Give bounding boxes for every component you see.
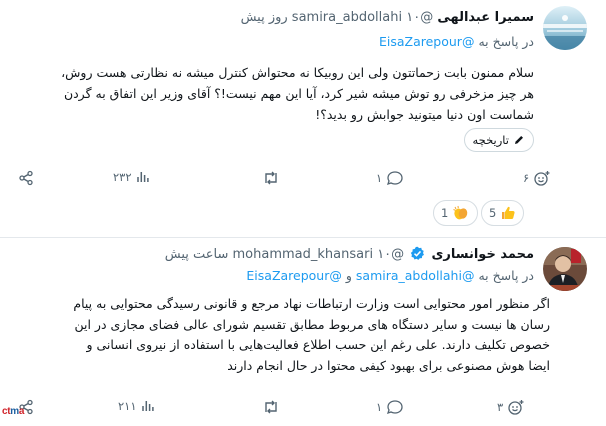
like-count: ۱ bbox=[376, 400, 383, 414]
avatar-image bbox=[543, 6, 587, 50]
reaction-clap[interactable]: 1 bbox=[433, 200, 479, 226]
share-icon bbox=[19, 170, 33, 186]
views-button[interactable]: ۲۳۲ bbox=[113, 170, 150, 184]
retweet-icon bbox=[265, 171, 277, 185]
tweet-text: سلام ممنون بابت زحماتتون ولی این روبیکا … bbox=[61, 65, 534, 122]
reaction-count: ۶ bbox=[523, 171, 530, 185]
like-count: ۱ bbox=[376, 171, 383, 185]
thumbs-up-emoji-icon bbox=[502, 206, 515, 219]
reaction-count: 5 bbox=[489, 206, 497, 220]
tweet-card: محمد خوانساری @mohammad_khansari ۱۰ ساعت… bbox=[0, 238, 606, 426]
display-name[interactable]: سمیرا عبدالهی bbox=[437, 10, 534, 25]
reaction-count: ۳ bbox=[497, 400, 504, 414]
reaction-button[interactable]: ۶ bbox=[523, 170, 551, 186]
reply-prefix: در پاسخ به bbox=[478, 34, 534, 49]
reply-context: در پاسخ به @samira_abdollahi و @EisaZare… bbox=[246, 267, 534, 285]
tweet-header: محمد خوانساری @mohammad_khansari ۱۰ ساعت… bbox=[165, 246, 534, 267]
tweet-card: سمیرا عبدالهی @samira_abdollahi ۱۰ روز پ… bbox=[0, 0, 606, 237]
views-icon bbox=[136, 172, 149, 182]
add-emoji-icon bbox=[508, 400, 524, 415]
retweet-button[interactable] bbox=[258, 170, 280, 186]
retweet-icon bbox=[265, 400, 277, 414]
add-emoji-icon bbox=[534, 171, 550, 186]
like-button[interactable]: ۱ bbox=[376, 399, 404, 415]
mention-link[interactable]: @samira_abdollahi bbox=[356, 268, 475, 283]
avatar[interactable] bbox=[543, 247, 587, 291]
edit-history-button[interactable]: تاریخچه bbox=[463, 128, 534, 152]
reply-bubble-icon bbox=[387, 171, 403, 186]
reply-context: در پاسخ به @EisaZarepour bbox=[379, 33, 534, 51]
reaction-count: 1 bbox=[441, 206, 449, 220]
retweet-button[interactable] bbox=[258, 399, 280, 415]
display-name[interactable]: محمد خوانساری bbox=[431, 247, 534, 262]
edit-history-label: تاریخچه bbox=[472, 133, 509, 147]
mention-link[interactable]: @EisaZarepour bbox=[379, 34, 474, 49]
mention-link[interactable]: @EisaZarepour bbox=[246, 268, 341, 283]
tweet-text: اگر منظور امور محتوایی است وزارت ارتباطا… bbox=[73, 296, 550, 373]
reaction-thumbs-up[interactable]: 5 bbox=[481, 200, 525, 226]
views-icon bbox=[141, 401, 154, 411]
views-button[interactable]: ۲۱۱ bbox=[118, 399, 155, 413]
reply-prefix: در پاسخ به bbox=[478, 268, 534, 283]
reply-bubble-icon bbox=[387, 400, 403, 415]
reactions-bar: 5 1 bbox=[0, 200, 606, 226]
avatar-image bbox=[543, 247, 587, 291]
reply-joiner: و bbox=[345, 268, 352, 283]
reaction-button[interactable]: ۳ bbox=[497, 399, 525, 415]
watermark-logo: ctma bbox=[2, 406, 25, 417]
tweet-actions: ۲۳۲ ۱ ۶ bbox=[0, 168, 606, 190]
avatar[interactable] bbox=[543, 6, 587, 50]
views-count: ۲۱۱ bbox=[118, 399, 137, 413]
share-button[interactable] bbox=[18, 170, 34, 186]
clapping-hands-emoji-icon bbox=[453, 205, 468, 220]
views-count: ۲۳۲ bbox=[113, 170, 132, 184]
tweet-header: سمیرا عبدالهی @samira_abdollahi ۱۰ روز پ… bbox=[241, 9, 534, 27]
like-button[interactable]: ۱ bbox=[376, 170, 404, 186]
pencil-icon bbox=[513, 134, 525, 146]
tweet-actions: ۲۱۱ ۱ ۳ bbox=[0, 397, 606, 419]
verified-badge-icon bbox=[410, 246, 425, 267]
